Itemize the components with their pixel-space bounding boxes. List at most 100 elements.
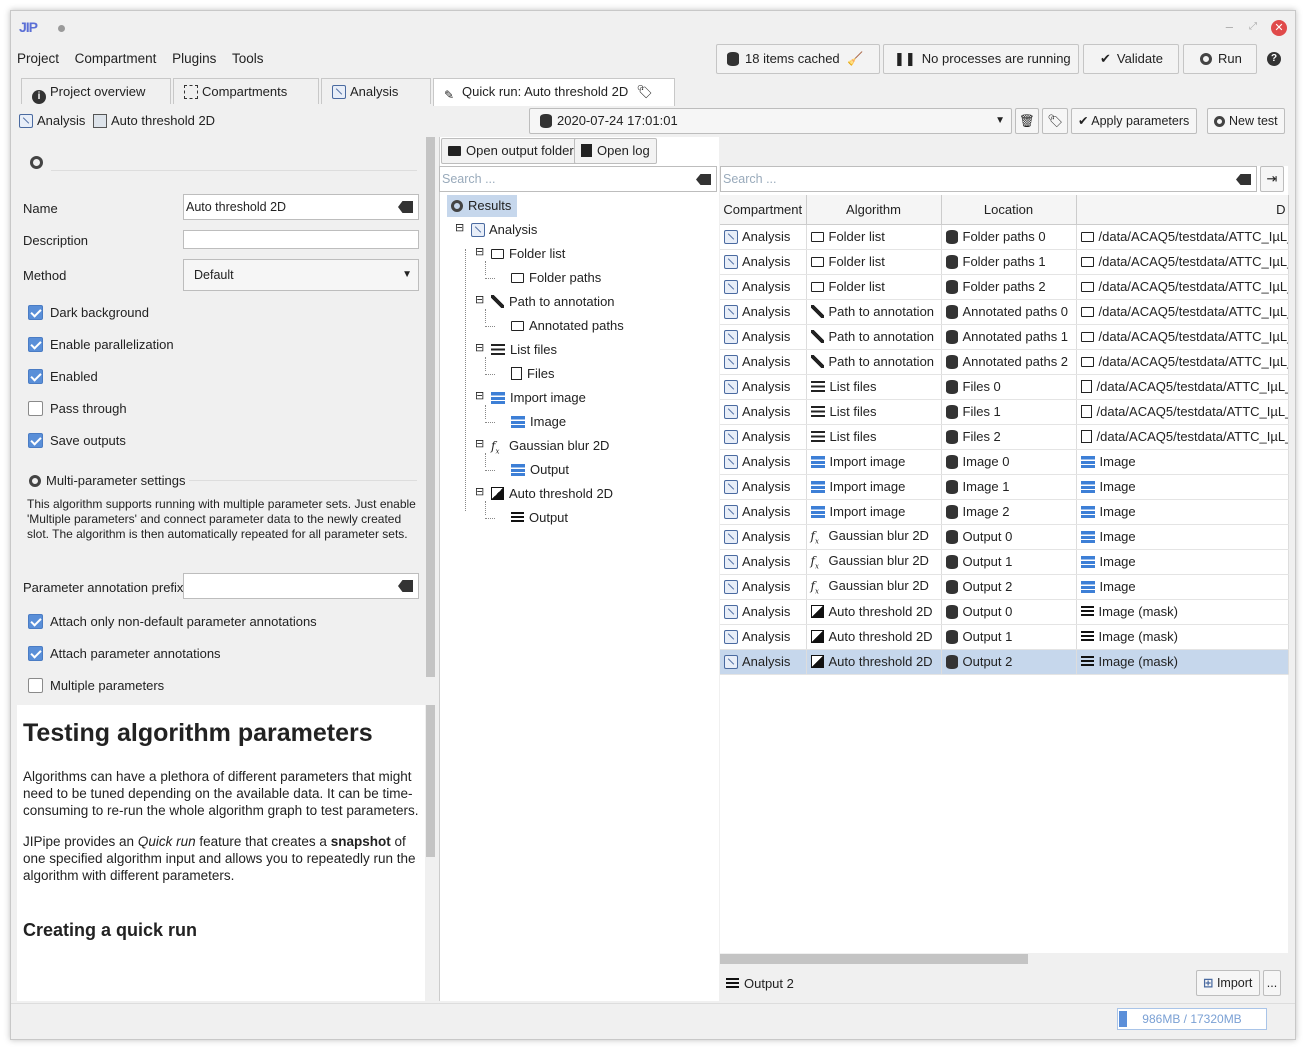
checkbox-box[interactable] [28,678,43,693]
checkbox-enabled[interactable]: Enabled [28,369,98,385]
tag-button[interactable]: 🏷 [1042,108,1068,134]
tree-node[interactable]: Import image [491,387,586,409]
collapse-icon[interactable]: ⊟ [475,343,484,354]
tree-node[interactable]: Auto threshold 2D [491,483,613,505]
clear-icon[interactable] [1236,174,1251,185]
tree-search-input[interactable]: Search ... [439,166,717,192]
maximize-icon[interactable]: ⤢ [1249,21,1257,32]
tree-node[interactable]: Output [511,507,568,529]
checkbox-box[interactable] [28,614,43,629]
table-row[interactable]: Analysis Auto threshold 2D Output 1 Image (… [720,624,1289,650]
tree-node[interactable]: Path to annotation [491,291,615,313]
cache-button[interactable]: 18 items cached 🧹 [716,44,880,74]
table-row[interactable]: Analysis List files Files 1/data/ACAQ5/tes… [720,399,1289,425]
table-hscrollbar[interactable] [720,953,1288,965]
open-output-folder-button[interactable]: Open output folder [441,138,581,164]
method-select[interactable]: Default ▼ [183,259,419,291]
table-row[interactable]: Analysis List files Files 0/data/ACAQ5/tes… [720,374,1289,400]
validate-button[interactable]: ✔ Validate [1083,44,1179,74]
tree-node[interactable]: List files [491,339,557,361]
delete-snapshot-button[interactable]: 🗑 [1015,108,1039,134]
more-button[interactable]: ... [1263,970,1281,996]
memory-indicator[interactable]: 986MB / 17320MB [1117,1008,1267,1030]
menu-project[interactable]: Project [11,45,65,72]
tab-analysis[interactable]: Analysis✕ [321,78,431,125]
breadcrumb-algorithm[interactable]: Auto threshold 2D [93,113,215,128]
table-row[interactable]: Analysis Auto threshold 2D Output 0 Image (… [720,599,1289,625]
checkbox-multiple-parameters[interactable]: Multiple parameters [28,678,164,694]
collapse-icon[interactable]: ⊟ [455,223,464,234]
column-header[interactable]: Location [941,195,1077,225]
tree-node[interactable]: Folder list [491,243,565,265]
new-test-button[interactable]: New test [1207,108,1285,134]
column-header[interactable]: Compartment [720,195,807,225]
processes-button[interactable]: ❚❚ No processes are running [883,44,1079,74]
checkbox-attach-annotations[interactable]: Attach parameter annotations [28,646,221,662]
parameter-scrollbar[interactable] [425,137,435,677]
tab-compartments[interactable]: Compartments✕ [173,78,319,125]
name-field[interactable]: Auto threshold 2D [183,194,419,220]
checkbox-box[interactable] [28,305,43,320]
apply-parameters-button[interactable]: ✔ Apply parameters [1071,108,1197,134]
checkbox-pass-through[interactable]: Pass through [28,401,127,417]
tree-node[interactable]: Files [511,363,554,385]
table-row[interactable]: Analysis Import image Image 2 Image [720,499,1289,525]
column-header[interactable]: Algorithm [806,195,942,225]
table-row[interactable]: Analysis Path to annotation Annotated path… [720,324,1289,350]
checkbox-box[interactable] [28,369,43,384]
table-row[interactable]: Analysis Path to annotation Annotated path… [720,349,1289,375]
minimize-icon[interactable]: – [1226,19,1233,34]
menu-tools[interactable]: Tools [226,45,270,72]
checkbox-box[interactable] [28,646,43,661]
column-header[interactable]: D [1076,195,1289,225]
table-row[interactable]: Analysis fx Gaussian blur 2D Output 2 Image [720,574,1289,600]
table-row[interactable]: Analysis Import image Image 1 Image [720,474,1289,500]
breadcrumb-compartment[interactable]: Analysis [37,113,85,128]
doc-scrollbar[interactable] [425,705,435,1001]
checkbox-box[interactable] [28,337,43,352]
scrollbar-thumb[interactable] [720,954,1028,964]
tree-node[interactable]: Annotated paths [511,315,624,337]
export-button[interactable]: ⇥ [1260,166,1284,192]
table-row[interactable]: Analysis Auto threshold 2D Output 2 Image (… [720,649,1289,675]
table-row[interactable]: Analysis fx Gaussian blur 2D Output 1 Image [720,549,1289,575]
snapshot-select[interactable]: 2020-07-24 17:01:01 ▼ [529,108,1012,134]
collapse-icon[interactable]: ⊟ [475,391,484,402]
clear-icon[interactable] [398,201,413,213]
import-button[interactable]: ⊞ Import [1196,970,1260,996]
collapse-icon[interactable]: ⊟ [475,295,484,306]
tree-node[interactable]: Analysis [471,219,537,241]
table-row[interactable]: Analysis Import image Image 0 Image [720,449,1289,475]
open-log-button[interactable]: Open log [574,138,657,164]
clear-icon[interactable] [398,580,413,592]
description-field[interactable] [183,230,419,249]
collapse-icon[interactable]: ⊟ [475,439,484,450]
tab-project-overview[interactable]: iProject overview✕ [21,78,171,125]
menu-plugins[interactable]: Plugins [166,45,222,72]
scrollbar-thumb[interactable] [426,137,435,677]
table-row[interactable]: Analysis Folder list Folder paths 0/data/A… [720,224,1289,250]
run-button[interactable]: Run [1183,44,1257,74]
prefix-field[interactable] [183,573,419,599]
collapse-icon[interactable]: ⊟ [475,247,484,258]
table-row[interactable]: Analysis Folder list Folder paths 2/data/A… [720,274,1289,300]
help-icon[interactable]: ? [1267,52,1281,66]
checkbox-save-outputs[interactable]: Save outputs [28,433,126,449]
scrollbar-thumb[interactable] [426,705,435,857]
checkbox-box[interactable] [28,401,43,416]
tab-quick-run[interactable]: ✎Quick run: Auto threshold 2D🏷✕ [433,78,675,125]
table-row[interactable]: Analysis List files Files 2/data/ACAQ5/tes… [720,424,1289,450]
checkbox-enable-parallelization[interactable]: Enable parallelization [28,337,174,353]
tree-node[interactable]: Image [511,411,566,433]
menu-compartment[interactable]: Compartment [69,45,163,72]
close-window-icon[interactable]: ✕ [1271,20,1287,36]
tree-root[interactable]: Results [447,195,518,217]
checkbox-box[interactable] [28,433,43,448]
checkbox-attach-non-default[interactable]: Attach only non-default parameter annota… [28,614,317,630]
table-row[interactable]: Analysis fx Gaussian blur 2D Output 0 Image [720,524,1289,550]
checkbox-dark-background[interactable]: Dark background [28,305,149,321]
clear-icon[interactable] [696,174,711,185]
tree-node[interactable]: Output [511,459,569,481]
table-row[interactable]: Analysis Path to annotation Annotated path… [720,299,1289,325]
table-row[interactable]: Analysis Folder list Folder paths 1/data/A… [720,249,1289,275]
